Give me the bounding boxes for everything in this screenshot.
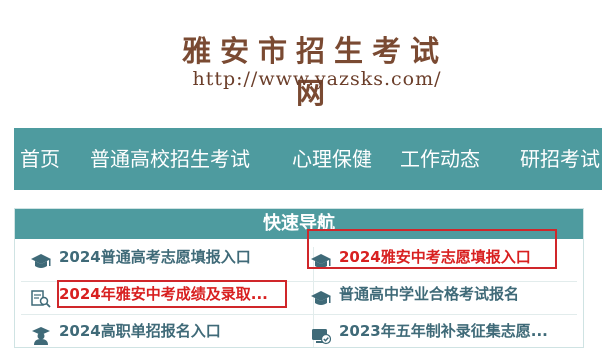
nav-item-home[interactable]: 首页 xyxy=(20,128,60,190)
quick-link-label: 普通高中学业合格考试报名 xyxy=(339,285,520,303)
highlight-frame xyxy=(307,229,557,269)
nav-item-graduate-exam[interactable]: 研招考试 xyxy=(520,128,600,190)
check-device-icon xyxy=(311,322,332,345)
quick-link-gaokao-volunteer[interactable]: 2024普通高考志愿填报入口 xyxy=(31,239,311,275)
site-url[interactable]: http://www.yazsks.com/ xyxy=(172,68,462,90)
graduation-cap-icon xyxy=(31,248,51,268)
nav-item-mental-health[interactable]: 心理保健 xyxy=(292,128,372,190)
quick-link-vocational-registration[interactable]: 2024高职单招报名入口 xyxy=(31,313,311,349)
quick-link-label: 2024普通高考志愿填报入口 xyxy=(59,248,251,266)
site-header: 雅安市招生考试网 http://www.yazsks.com/ xyxy=(0,0,602,128)
graduation-cap-icon xyxy=(311,285,331,305)
quick-nav-panel: 快速导航 2024普通高考志愿填报入口 2024雅安中考志愿填报入口 2024年… xyxy=(14,208,584,348)
nav-item-work-news[interactable]: 工作动态 xyxy=(400,128,480,190)
nav-item-college-admission[interactable]: 普通高校招生考试 xyxy=(90,128,250,190)
search-document-icon xyxy=(31,285,51,308)
quick-link-label: 2024高职单招报名入口 xyxy=(59,322,221,340)
student-icon xyxy=(31,322,51,345)
quick-link-academic-test-registration[interactable]: 普通高中学业合格考试报名 xyxy=(311,276,583,312)
quick-link-five-year-supplementary[interactable]: 2023年五年制补录征集志愿... xyxy=(311,313,583,349)
main-nav: 首页 普通高校招生考试 心理保健 工作动态 研招考试 xyxy=(14,128,602,190)
quick-link-label: 2023年五年制补录征集志愿... xyxy=(339,322,548,340)
highlight-frame xyxy=(57,280,287,308)
